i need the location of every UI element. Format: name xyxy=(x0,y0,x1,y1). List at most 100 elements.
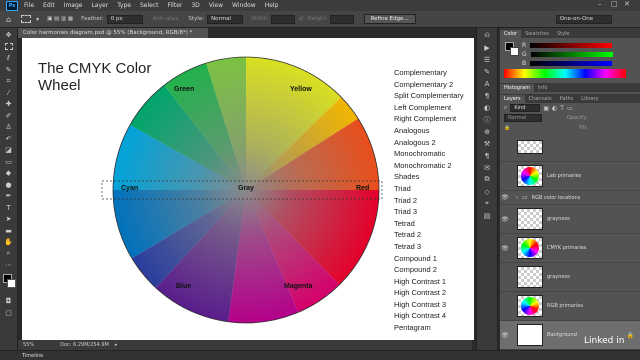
layer-row[interactable]: RGB primaries xyxy=(500,292,640,321)
blend-mode-select[interactable]: Normal xyxy=(504,114,542,122)
layer-group-row[interactable]: 👁 › ▭ RGB color locations xyxy=(500,191,640,205)
libraries-icon[interactable]: ▤ xyxy=(482,211,492,220)
chevron-right-icon[interactable]: › xyxy=(516,195,518,201)
history-icon[interactable]: ⎌ xyxy=(482,31,492,40)
menu-type[interactable]: Type xyxy=(117,2,131,9)
home-icon[interactable]: ⌂ xyxy=(6,15,11,24)
color-panel-background-swatch[interactable] xyxy=(510,47,519,56)
layer-kind-select[interactable]: Kind xyxy=(510,104,541,112)
color-swatches[interactable] xyxy=(0,272,17,294)
visibility-icon[interactable]: 👁 xyxy=(500,245,510,252)
glyphs-icon[interactable]: ¶ xyxy=(482,151,492,160)
menu-view[interactable]: View xyxy=(209,2,223,9)
status-arrow-icon[interactable]: ▸ xyxy=(115,342,118,348)
properties-icon[interactable]: ☰ xyxy=(482,55,492,64)
info-icon[interactable]: ⓘ xyxy=(482,115,492,124)
menu-image[interactable]: Image xyxy=(64,2,83,9)
navigator-icon[interactable]: ⊕ xyxy=(482,127,492,136)
filter-pixel-icon[interactable]: ▣ xyxy=(543,105,549,112)
swap-icon[interactable]: ⇄ xyxy=(299,16,304,22)
layer-row[interactable] xyxy=(500,133,640,162)
move-tool-icon[interactable]: ✥ xyxy=(3,31,15,40)
document-tab[interactable]: Color harmonies diagram.psd @ 55% (Backg… xyxy=(18,28,208,38)
color-ramp[interactable] xyxy=(504,69,626,78)
layer-row[interactable]: 👁 CMYK primaries xyxy=(500,234,640,263)
healing-tool-icon[interactable]: ✚ xyxy=(3,100,15,109)
path-select-tool-icon[interactable]: ➤ xyxy=(3,215,15,224)
paragraph-icon[interactable]: ¶ xyxy=(482,91,492,100)
character-icon[interactable]: A xyxy=(482,79,492,88)
minimize-icon[interactable]: – xyxy=(598,0,602,8)
brush-panel-icon[interactable]: ✎ xyxy=(482,67,492,76)
filter-shape-icon[interactable]: ▭ xyxy=(567,105,573,112)
filter-type-icon[interactable]: T xyxy=(560,105,564,112)
more-tools-icon[interactable]: ⋯ xyxy=(3,261,15,270)
tab-histogram[interactable]: Histogram xyxy=(500,84,534,92)
menu-layer[interactable]: Layer xyxy=(91,2,108,9)
antialias-checkbox[interactable]: Anti-alias xyxy=(153,16,179,22)
layer-row[interactable]: Lab primaries xyxy=(500,162,640,191)
filter-adjustment-icon[interactable]: ◐ xyxy=(552,105,557,112)
layer-row[interactable]: grayness xyxy=(500,263,640,292)
menu-filter[interactable]: Filter xyxy=(168,2,183,9)
type-tool-icon[interactable]: T xyxy=(3,203,15,212)
3d-icon[interactable]: ◇ xyxy=(482,187,492,196)
history-brush-icon[interactable]: ↶ xyxy=(3,134,15,143)
lock-icon[interactable]: 🔒 xyxy=(504,125,510,131)
tab-swatches[interactable]: Swatches xyxy=(521,30,553,38)
quick-mask-icon[interactable]: ◘ xyxy=(3,297,15,306)
hand-tool-icon[interactable]: ✋ xyxy=(3,238,15,247)
zoom-level[interactable]: 55% xyxy=(23,342,34,348)
background-color-swatch[interactable] xyxy=(7,279,16,288)
marquee-tool-icon[interactable] xyxy=(3,42,15,51)
eyedropper-tool-icon[interactable]: ⁄ xyxy=(3,88,15,97)
tool-presets-icon[interactable]: ⚒ xyxy=(482,139,492,148)
clone-source-icon[interactable]: ⧉ xyxy=(482,175,492,184)
menu-edit[interactable]: Edit xyxy=(43,2,55,9)
pen-tool-icon[interactable]: ✒ xyxy=(3,192,15,201)
zoom-tool-icon[interactable]: ⌕ xyxy=(3,249,15,258)
brush-tool-icon[interactable]: ✐ xyxy=(3,111,15,120)
gradient-tool-icon[interactable]: ▭ xyxy=(3,157,15,166)
timeline-label[interactable]: Timeline xyxy=(22,353,43,359)
tab-library[interactable]: Library xyxy=(577,95,602,103)
quick-select-tool-icon[interactable]: ✎ xyxy=(3,65,15,74)
tab-layers[interactable]: Layers xyxy=(500,95,525,103)
tab-color[interactable]: Color xyxy=(500,30,522,38)
dropdown-arrow-icon[interactable]: ▾ xyxy=(36,16,39,23)
maximize-icon[interactable]: □ xyxy=(611,0,618,8)
layer-row[interactable]: 👁 grayness xyxy=(500,205,640,234)
blur-tool-icon[interactable]: ◆ xyxy=(3,169,15,178)
measurement-icon[interactable]: ⌖ xyxy=(482,199,492,208)
actions-icon[interactable]: ▶ xyxy=(482,43,492,52)
lasso-tool-icon[interactable]: ℓ xyxy=(3,54,15,63)
selection-mode-icons[interactable]: ▣ ▤ ▥ ▦ xyxy=(47,16,73,22)
menu-window[interactable]: Window xyxy=(232,2,256,9)
tab-styles[interactable]: Style xyxy=(553,30,574,38)
refine-edge-button[interactable]: Refine Edge... xyxy=(363,14,416,24)
menu-select[interactable]: Select xyxy=(140,2,159,9)
tab-channels[interactable]: Channels xyxy=(525,95,556,103)
adjustments-icon[interactable]: ◐ xyxy=(482,103,492,112)
width-input[interactable] xyxy=(270,14,295,24)
timeline-bar[interactable]: Timeline xyxy=(0,350,640,360)
red-slider[interactable] xyxy=(530,43,613,48)
height-input[interactable] xyxy=(329,14,354,24)
tab-info[interactable]: Info xyxy=(534,84,551,92)
feather-input[interactable]: 0 px xyxy=(106,14,143,24)
dodge-tool-icon[interactable]: ● xyxy=(3,180,15,189)
workspace-select[interactable]: One-on-One xyxy=(555,14,612,24)
green-slider[interactable] xyxy=(530,52,613,57)
shape-tool-icon[interactable]: ▬ xyxy=(3,226,15,235)
menu-file[interactable]: File xyxy=(24,2,34,9)
stamp-tool-icon[interactable]: ♙ xyxy=(3,123,15,132)
visibility-icon[interactable]: 👁 xyxy=(500,332,510,339)
style-select[interactable]: Normal xyxy=(207,14,244,24)
menu-3d[interactable]: 3D xyxy=(191,2,199,9)
blue-slider[interactable] xyxy=(530,61,613,66)
marquee-tool-icon[interactable] xyxy=(21,15,32,23)
visibility-icon[interactable]: 👁 xyxy=(500,194,510,201)
visibility-icon[interactable]: 👁 xyxy=(500,216,510,223)
tab-paths[interactable]: Paths xyxy=(556,95,578,103)
close-icon[interactable]: ✕ xyxy=(624,0,630,8)
